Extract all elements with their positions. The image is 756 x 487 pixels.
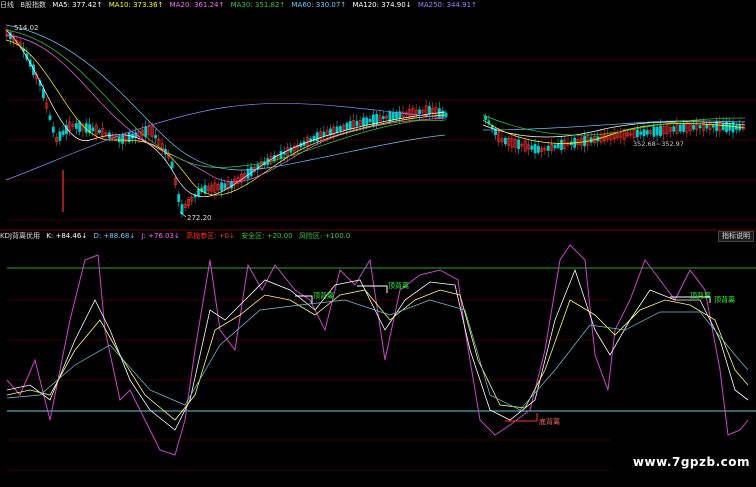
candle-body [230,181,233,189]
candle-body [530,145,534,150]
candle-body [348,121,352,130]
candle-body [705,124,709,129]
ma-line [5,29,446,168]
candle-body [678,124,682,132]
candle-body [154,135,158,139]
candle-body [444,112,448,118]
low-price-label: 272.20 [187,214,212,222]
candle-body [672,126,676,132]
candle-body [659,125,662,136]
candle-body [728,123,732,131]
bottom-divergence-label: 底背离 [539,417,560,426]
candle-body [560,139,563,151]
candle-body [721,123,725,131]
candle-body [322,131,326,137]
candle-body [639,131,643,135]
candle-body [652,126,656,137]
kdj-lines [6,244,749,456]
low-annotation: 272.20 [179,211,212,222]
candle-body [642,129,646,137]
candle-body [48,115,52,120]
candle-body [635,129,639,138]
candle-body [556,143,560,149]
candle-body [279,151,283,160]
candle-body [75,123,78,129]
candle-body [698,125,702,129]
site-watermark: www.7gpzb.com [632,455,750,469]
candle-body [117,136,121,143]
candlestick-series [5,27,745,218]
candle-body [98,129,101,133]
candle-body [249,166,253,177]
candle-body [583,136,587,147]
candle-body [715,121,719,131]
candle-body [655,126,659,136]
candle-body [692,124,695,130]
candle-body [395,112,398,119]
ma-line [5,103,446,181]
chart-canvas[interactable]: 514.02 272.20 352.68~352.97 顶背离 顶背离 顶背离 … [0,0,756,487]
candle-body [533,143,537,154]
candle-body [418,109,422,115]
candle-body [61,130,65,136]
candle-body [144,126,148,137]
ma-line [5,24,446,171]
candle-body [246,168,250,179]
top-divergence-label-3: 顶背离 [690,291,711,300]
candle-body [536,145,540,153]
candle-body [51,126,55,133]
kdj-line [6,268,749,431]
candle-body [734,125,738,130]
candle-body [391,112,395,120]
moving-average-lines [5,24,746,197]
candle-body [338,126,342,132]
candle-body [365,117,369,126]
candle-body [197,189,200,197]
candle-body [58,131,62,141]
candle-body [484,115,488,120]
candle-body [177,194,181,202]
candle-body [428,106,431,115]
candle-body [381,116,385,119]
top-divergence-label-4: 顶背离 [714,295,735,304]
candle-body [368,118,372,123]
candle-body [223,183,227,189]
candle-body [91,127,95,132]
candle-body [362,117,365,127]
candle-body [345,122,349,130]
range-label: 352.68~352.97 [633,140,684,148]
candle-body [711,124,715,128]
candle-body [517,139,521,150]
high-annotation: 514.02 [14,24,39,32]
candle-body [180,204,184,215]
high-price-label: 514.02 [14,24,39,32]
candle-body [503,137,507,145]
indicator-grid [7,299,610,471]
candle-body [355,120,359,127]
ma-line [5,34,446,183]
candle-body [546,145,550,151]
candle-body [121,135,125,144]
candle-body [335,126,339,133]
candle-body [170,161,174,169]
top-divergence-label-2: 顶背离 [388,281,409,290]
candle-body [315,132,319,142]
candle-body [645,130,649,135]
divergence-markers: 顶背离 顶背离 顶背离 顶背离 底背离 [295,281,735,426]
candle-body [220,182,224,191]
top-divergence-label-1: 顶背离 [313,291,334,300]
candle-body [553,144,557,149]
ma-line [5,29,446,197]
candle-body [682,123,686,132]
